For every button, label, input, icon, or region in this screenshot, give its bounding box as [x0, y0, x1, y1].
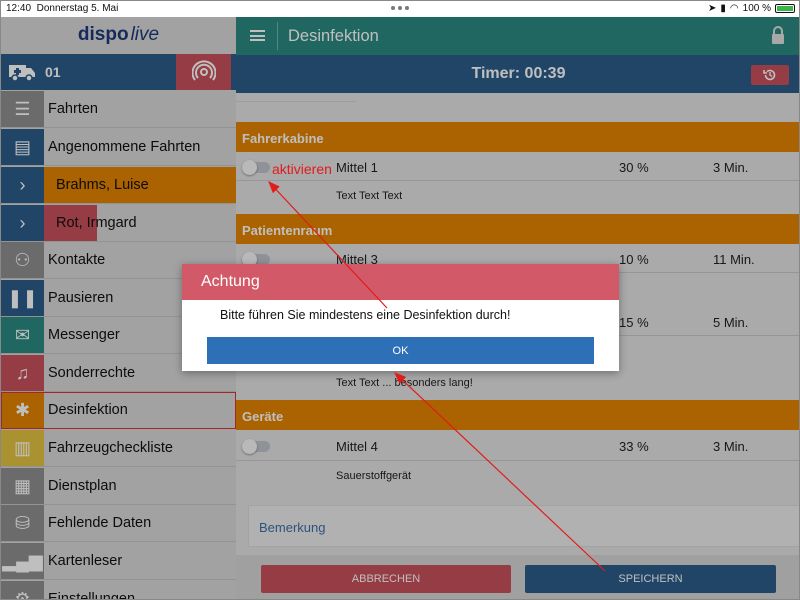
battery-percent: 100 % — [742, 3, 771, 14]
status-date: Donnerstag 5. Mai — [36, 3, 119, 14]
cellular-icon: ▮ — [720, 3, 726, 14]
location-icon: ➤ — [708, 3, 717, 14]
wifi-icon: ◠ — [729, 3, 739, 14]
status-time: 12:40 — [6, 3, 32, 14]
battery-icon — [775, 4, 795, 13]
status-bar: 12:40 Donnerstag 5. Mai ➤ ▮ ◠ 100 % — [1, 1, 799, 17]
dialog-title: Achtung — [182, 264, 619, 300]
ok-button[interactable]: OK — [207, 337, 594, 364]
multitask-dots[interactable] — [391, 6, 409, 10]
status-datetime: 12:40 Donnerstag 5. Mai — [6, 3, 118, 14]
alert-dialog: Achtung Bitte führen Sie mindestens eine… — [182, 264, 619, 371]
status-right: ➤ ▮ ◠ 100 % — [708, 3, 795, 14]
dialog-message: Bitte führen Sie mindestens eine Desinfe… — [220, 308, 511, 322]
ipad-screen: 12:40 Donnerstag 5. Mai ➤ ▮ ◠ 100 % disp… — [0, 0, 800, 600]
annotation-label: aktivieren — [272, 161, 332, 177]
